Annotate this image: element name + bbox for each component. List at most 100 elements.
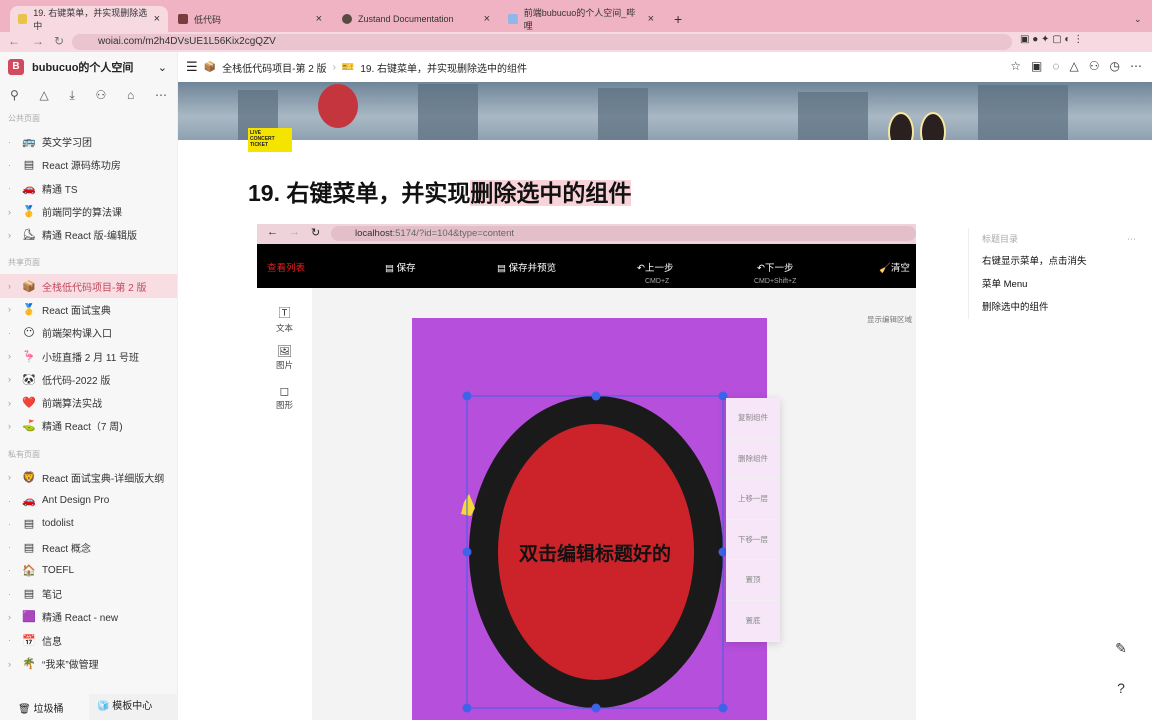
page-icon	[342, 14, 352, 24]
canvas-title-text: 双击编辑标题好的	[518, 544, 671, 565]
sidebar-item[interactable]: › 🥇 React 面试宝典	[0, 298, 177, 321]
url-input[interactable]: woiai.com/m2h4DVsUE1L56Kix2cgQZV	[72, 34, 1012, 50]
close-icon[interactable]: ×	[154, 13, 160, 25]
page-icon: 😶	[23, 327, 35, 340]
graph-icon[interactable]: △	[1070, 59, 1079, 73]
sidebar-item[interactable]: › ⛳ 精通 React（7 周)	[0, 414, 177, 437]
page-icon	[508, 14, 518, 24]
close-icon[interactable]: ×	[648, 13, 654, 25]
edit-icon[interactable]: ✎	[1110, 640, 1132, 662]
close-icon[interactable]: ×	[316, 13, 322, 25]
section-label: 公共页面	[8, 114, 40, 123]
sidebar-item[interactable]: · 🚌 英文学习团	[0, 130, 177, 153]
chevron-right-icon[interactable]: ›	[8, 351, 16, 361]
share-icon[interactable]: ⚇	[1089, 59, 1100, 73]
page-icon: 🐼	[22, 373, 36, 386]
chevron-right-icon[interactable]: ›	[8, 374, 16, 384]
toc-item[interactable]: 删除选中的组件	[982, 296, 1152, 319]
browser-tab[interactable]: Zustand Documentation ×	[334, 6, 498, 32]
new-tab-button[interactable]: +	[666, 6, 690, 32]
comment-icon[interactable]: ◌	[1052, 59, 1059, 73]
browser-tab[interactable]: 前端bubucuo的个人空间_哔哩 ×	[500, 6, 662, 32]
trash-button[interactable]: 🗑 垃圾桶	[0, 700, 89, 715]
context-menu-item[interactable]: 置底	[726, 601, 780, 642]
sidebar-item-label: 前端架构课入口	[42, 329, 112, 341]
sidebar-item[interactable]: › 🟪 精通 React - new	[0, 605, 177, 628]
sidebar-item[interactable]: · 📅 信息	[0, 629, 177, 652]
chevron-right-icon[interactable]: ›	[8, 472, 16, 482]
page-icon: 🚗	[22, 182, 36, 195]
chevron-right-icon[interactable]: ›	[8, 421, 16, 431]
sidebar-item-label: todolist	[42, 518, 74, 530]
context-menu-item[interactable]: 复制组件	[726, 398, 780, 439]
bullet-icon: ·	[8, 183, 11, 194]
page-icon: 🟪	[22, 611, 36, 624]
embedded-screenshot: ← → ↻ localhost:5174/?id=104&type=conten…	[257, 224, 916, 720]
browser-tab[interactable]: 低代码 ×	[170, 6, 330, 32]
search-icon[interactable]: ⚲	[10, 88, 19, 102]
chevron-right-icon[interactable]: ›	[8, 612, 16, 622]
import-icon[interactable]: ⤓	[69, 88, 74, 103]
sidebar-item[interactable]: › 🦩 小班直播 2 月 11 号班	[0, 344, 177, 367]
toc-item[interactable]: 菜单 Menu	[982, 273, 1152, 296]
sidebar-item-label: 精通 React 版-编辑版	[42, 231, 138, 243]
sidebar-item[interactable]: · 🏠 TOEFL	[0, 559, 177, 582]
sidebar-item[interactable]: · ▤ React 源码练功房	[0, 153, 177, 176]
breadcrumb-item[interactable]: 19. 右键菜单，并实现删除选中的组件	[360, 60, 527, 75]
more-icon[interactable]: ⋯	[155, 88, 167, 102]
more-icon[interactable]: ⋯	[1130, 59, 1142, 73]
inbox-icon[interactable]: ⌂	[127, 88, 134, 102]
sidebar-item[interactable]: › ❤️ 前端算法实战	[0, 391, 177, 414]
browser-tab[interactable]: 19. 右键菜单，并实现删除选中 ×	[10, 6, 168, 32]
template-center-button[interactable]: 🧊 模板中心	[89, 694, 178, 720]
menu-icon[interactable]: ☰	[186, 59, 198, 75]
bullet-icon: ·	[8, 565, 11, 576]
close-icon[interactable]: ×	[484, 13, 490, 25]
chevron-right-icon[interactable]: ›	[8, 659, 16, 669]
sidebar-item-label: 前端算法实战	[42, 399, 102, 411]
context-menu-item[interactable]: 上移一层	[726, 479, 780, 520]
chevron-right-icon[interactable]: ›	[8, 281, 16, 291]
sidebar-item[interactable]: › 🐼 低代码-2022 版	[0, 368, 177, 391]
chevron-right-icon[interactable]: ›	[8, 230, 16, 240]
workspace-switcher[interactable]: Bbubucuo的个人空间 ⌄	[0, 52, 177, 82]
context-menu-item[interactable]: 下移一层	[726, 520, 780, 561]
sidebar-item[interactable]: › 🌴 “我来”做管理	[0, 652, 177, 675]
present-icon[interactable]: ▣	[1031, 59, 1042, 73]
sidebar-item[interactable]: › 🥇 前端同学的算法课	[0, 200, 177, 223]
sidebar-item[interactable]: › 📦 全栈低代码项目-第 2 版	[0, 274, 177, 298]
sidebar-item[interactable]: · 😶 前端架构课入口	[0, 321, 177, 344]
chevron-right-icon[interactable]: ›	[8, 304, 16, 314]
sidebar-item[interactable]: · ▤ React 概念	[0, 535, 177, 558]
sidebar-item[interactable]: · ▤ 笔记	[0, 582, 177, 605]
bullet-icon: ·	[8, 136, 11, 147]
sidebar-item[interactable]: · ▤ todolist	[0, 512, 177, 535]
chevron-right-icon[interactable]: ›	[8, 398, 16, 408]
forward-icon[interactable]: →	[32, 34, 44, 48]
page-icon: ⛸	[22, 229, 36, 242]
star-icon[interactable]: ☆	[1010, 59, 1021, 73]
graph-icon[interactable]: △	[40, 88, 49, 102]
sidebar-item-label: React 源码练功房	[42, 161, 121, 173]
history-icon[interactable]: ◷	[1110, 59, 1120, 73]
reload-icon[interactable]: ↻	[54, 34, 64, 48]
help-icon[interactable]: ?	[1110, 680, 1132, 702]
more-icon[interactable]: ⋯	[1127, 228, 1136, 250]
breadcrumb-item[interactable]: 全栈低代码项目-第 2 版	[222, 60, 326, 75]
sidebar-item[interactable]: · 🚗 Ant Design Pro	[0, 489, 177, 512]
extension-icons[interactable]: ▣ ● ✦ ▢ ◐ ⋮	[1020, 34, 1083, 45]
chevron-right-icon[interactable]: ›	[8, 207, 16, 217]
toc-heading: 标题目录 ⋯	[982, 228, 1152, 250]
toc-item[interactable]: 右键显示菜单，点击消失	[982, 250, 1152, 273]
members-icon[interactable]: ⚇	[96, 88, 107, 102]
sidebar-item[interactable]: · 🚗 精通 TS	[0, 177, 177, 200]
chevron-down-icon: ⌄	[157, 61, 167, 74]
back-icon[interactable]: ←	[8, 34, 20, 48]
chevron-down-icon[interactable]: ⌄	[1126, 6, 1150, 32]
sidebar-item[interactable]: › 🦁 React 面试宝典-详细版大纲	[0, 466, 177, 489]
page-icon: 📅	[22, 634, 36, 647]
context-menu-item[interactable]: 删除组件	[726, 439, 780, 480]
page-icon: 📦	[203, 61, 217, 73]
sidebar-item[interactable]: › ⛸ 精通 React 版-编辑版	[0, 223, 177, 246]
context-menu-item[interactable]: 置顶	[726, 560, 780, 601]
